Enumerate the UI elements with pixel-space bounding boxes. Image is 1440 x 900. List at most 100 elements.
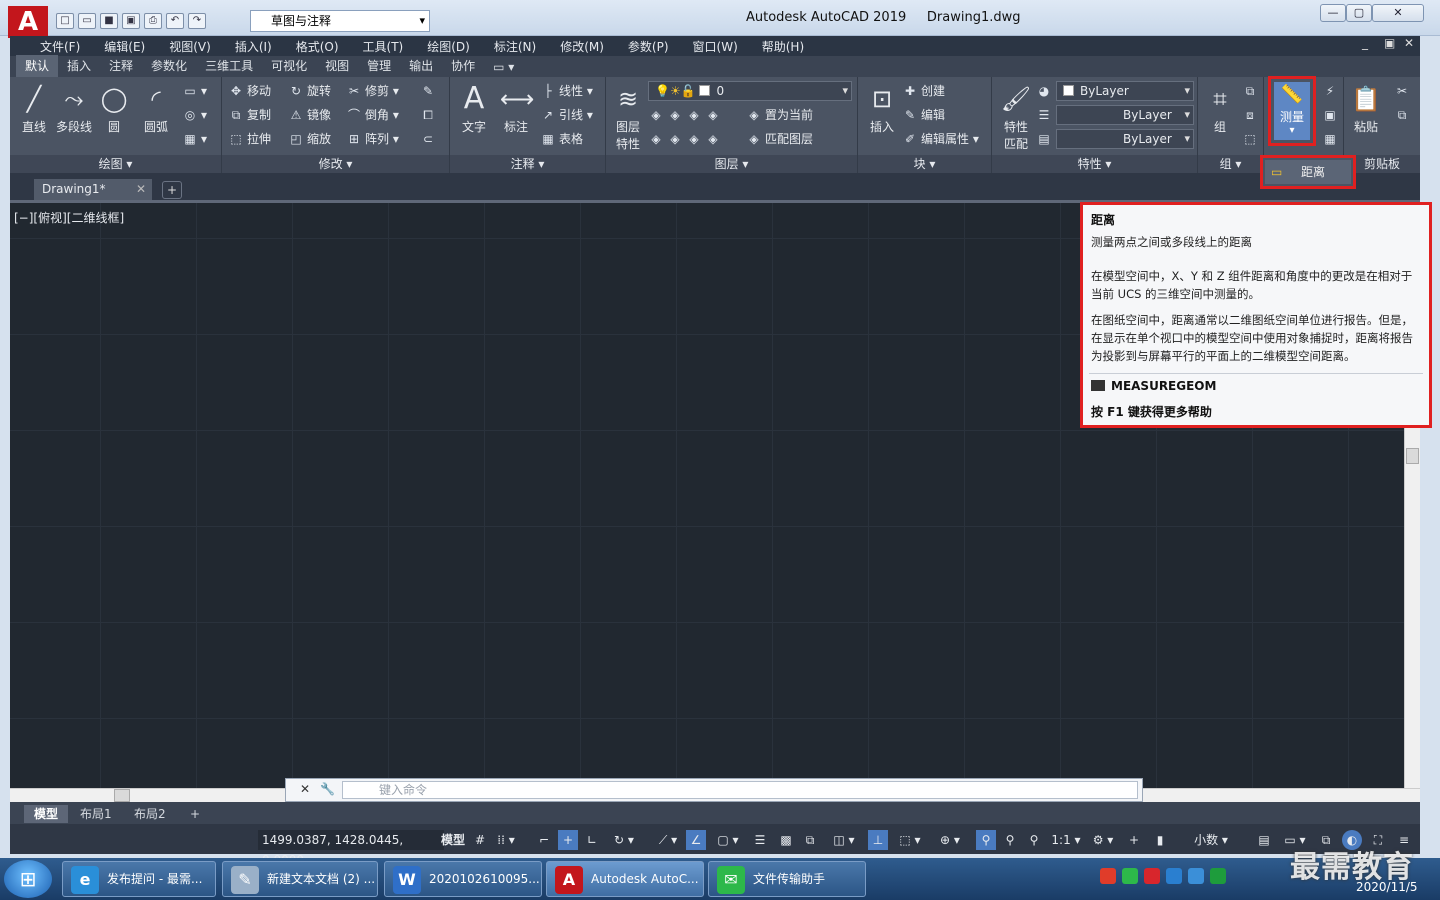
annotation-monitor-icon[interactable]: +	[1124, 830, 1144, 850]
ortho-icon[interactable]: ∟	[582, 830, 602, 850]
lineweight-display-icon[interactable]: ☰	[750, 830, 770, 850]
tab-3d-tools[interactable]: 三维工具	[196, 55, 262, 77]
rectangle-icon[interactable]: ▭ ▾	[182, 81, 207, 101]
set-current-button[interactable]: ◈ 置为当前	[746, 105, 813, 125]
add-layout-icon[interactable]: +	[180, 805, 210, 823]
quick-properties-icon[interactable]: ▤	[1254, 830, 1274, 850]
quick-select-icon[interactable]: ⚡	[1322, 81, 1341, 101]
customize-command-icon[interactable]: 🔧	[320, 782, 335, 796]
stretch-button[interactable]: ⬚ 拉伸	[228, 129, 271, 149]
save-icon[interactable]: ■	[100, 13, 118, 29]
units-select[interactable]: 小数 ▾	[1176, 830, 1246, 850]
text-button[interactable]: A 文字	[452, 83, 496, 135]
ungroup-icon[interactable]: ⧉	[1242, 81, 1261, 101]
trim-button[interactable]: ✂ 修剪 ▾	[346, 81, 399, 101]
menu-file[interactable]: 文件(F)	[40, 38, 80, 55]
menu-help[interactable]: 帮助(H)	[762, 38, 804, 55]
create-block-button[interactable]: ✚ 创建	[902, 81, 945, 101]
rotate-button[interactable]: ↻ 旋转	[288, 81, 331, 101]
gradient-icon[interactable]: ▦ ▾	[182, 129, 207, 149]
task-wechat[interactable]: ✉ 文件传输助手	[708, 861, 866, 897]
point-style-icon[interactable]: ▣	[1322, 105, 1341, 125]
scale-select[interactable]: 1:1 ▾	[1046, 830, 1086, 850]
measure-button[interactable]: 📏 测量 ▾	[1268, 76, 1316, 146]
draw-panel-label[interactable]: 绘图 ▾	[10, 155, 221, 173]
array-button[interactable]: ⊞ 阵列 ▾	[346, 129, 399, 149]
linetype-select[interactable]: ByLayer	[1056, 105, 1194, 125]
menu-edit[interactable]: 编辑(E)	[104, 38, 145, 55]
edit-attributes-button[interactable]: ✐ 编辑属性 ▾	[902, 129, 979, 149]
object-snap-tracking-icon[interactable]: ∠	[686, 830, 706, 850]
gizmo-icon[interactable]: ⊕ ▾	[932, 830, 968, 850]
doc-close-icon[interactable]: ✕	[1404, 36, 1414, 50]
copy-clip-icon[interactable]: ⧉	[1394, 105, 1413, 125]
paste-button[interactable]: 📋 粘贴	[1344, 83, 1388, 135]
offset-icon[interactable]: ⊂	[420, 129, 439, 149]
polyline-button[interactable]: ⤳ 多段线	[52, 83, 96, 135]
menu-insert[interactable]: 插入(I)	[235, 38, 272, 55]
cut-icon[interactable]: ✂	[1394, 81, 1413, 101]
tab-model[interactable]: 模型	[24, 805, 69, 823]
lineweight-select[interactable]: ByLayer	[1056, 129, 1194, 149]
mirror-button[interactable]: ⚠ 镜像	[288, 105, 331, 125]
dynamic-ucs-icon[interactable]: ⊥	[868, 830, 888, 850]
polar-icon[interactable]: ↻ ▾	[606, 830, 642, 850]
distance-flyout-item[interactable]: ▭ 距离	[1260, 155, 1356, 189]
workspace-switch-icon[interactable]: ⚙ ▾	[1086, 830, 1120, 850]
scroll-thumb[interactable]	[1406, 448, 1419, 464]
doc-minimize-icon[interactable]: _	[1362, 36, 1368, 50]
tab-output[interactable]: 输出	[400, 55, 442, 77]
hatch-icon[interactable]: ◎ ▾	[182, 105, 207, 125]
match-properties-button[interactable]: 🖌 特性 匹配	[994, 83, 1038, 152]
match-layer-button[interactable]: ◈ 匹配图层	[746, 129, 813, 149]
layer-tools-row1[interactable]: ◈ ◈ ◈ ◈	[648, 105, 724, 125]
ribbon-toggle-icon[interactable]: ▭ ▾	[484, 58, 523, 77]
task-notepad[interactable]: ✎ 新建文本文档 (2) ...	[222, 861, 378, 897]
weibo-icon[interactable]	[1144, 868, 1160, 884]
menu-draw[interactable]: 绘图(D)	[427, 38, 470, 55]
menu-window[interactable]: 窗口(W)	[693, 38, 738, 55]
task-word[interactable]: W 2020102610095...	[384, 861, 542, 897]
menu-view[interactable]: 视图(V)	[169, 38, 211, 55]
wechat-tray-icon[interactable]	[1122, 868, 1138, 884]
autocad-logo-icon[interactable]: A	[8, 6, 48, 38]
insert-block-button[interactable]: ⊡ 插入	[860, 83, 904, 135]
network-icon[interactable]	[1188, 868, 1204, 884]
block-panel-label[interactable]: 块 ▾	[858, 155, 991, 173]
tab-manage[interactable]: 管理	[358, 55, 400, 77]
leader-button[interactable]: ↗ 引线 ▾	[540, 105, 593, 125]
isodraft-icon[interactable]: ⟋ ▾	[650, 830, 686, 850]
tab-visualize[interactable]: 可视化	[262, 55, 316, 77]
circle-button[interactable]: ◯ 圆	[92, 83, 136, 135]
lineweight-icon[interactable]: ☰	[1036, 105, 1055, 125]
arc-button[interactable]: ◜ 圆弧	[134, 83, 178, 135]
task-ie[interactable]: e 发布提问 - 最需...	[62, 861, 216, 897]
linear-button[interactable]: ├ 线性 ▾	[540, 81, 592, 101]
menu-tools[interactable]: 工具(T)	[363, 38, 404, 55]
hscroll-thumb[interactable]	[114, 789, 130, 802]
annotation-panel-label[interactable]: 注释 ▾	[450, 155, 605, 173]
minimize-button[interactable]: —	[1320, 4, 1346, 22]
redo-icon[interactable]: ↷	[188, 13, 206, 29]
snap-icon[interactable]: ⁞⁞ ▾	[494, 830, 518, 850]
save-as-icon[interactable]: ▣	[122, 13, 140, 29]
explode-icon[interactable]: ⧠	[420, 105, 439, 125]
calculator-icon[interactable]: ▦	[1322, 129, 1341, 149]
tab-insert[interactable]: 插入	[58, 55, 100, 77]
tab-parametric[interactable]: 参数化	[142, 55, 196, 77]
erase-icon[interactable]: ✎	[420, 81, 439, 101]
scale-button[interactable]: ◰ 缩放	[288, 129, 331, 149]
layer-properties-button[interactable]: ≋ 图层 特性	[606, 83, 650, 152]
viewport-controls[interactable]: [−][俯视][二维线框]	[14, 209, 124, 226]
dynamic-input-icon[interactable]: +	[558, 830, 578, 850]
menu-modify[interactable]: 修改(M)	[560, 38, 604, 55]
tab-collaborate[interactable]: 协作	[442, 55, 484, 77]
dimension-button[interactable]: ⟷ 标注	[494, 83, 538, 135]
modify-panel-label[interactable]: 修改 ▾	[222, 155, 449, 173]
print-icon[interactable]: ⎙	[144, 13, 162, 29]
color-wheel-icon[interactable]: ◕	[1036, 81, 1055, 101]
object-snap-icon[interactable]: ▢ ▾	[710, 830, 746, 850]
grid-icon[interactable]: #	[470, 830, 490, 850]
nvidia-icon[interactable]	[1210, 868, 1226, 884]
units-icon[interactable]: ▮	[1150, 830, 1170, 850]
